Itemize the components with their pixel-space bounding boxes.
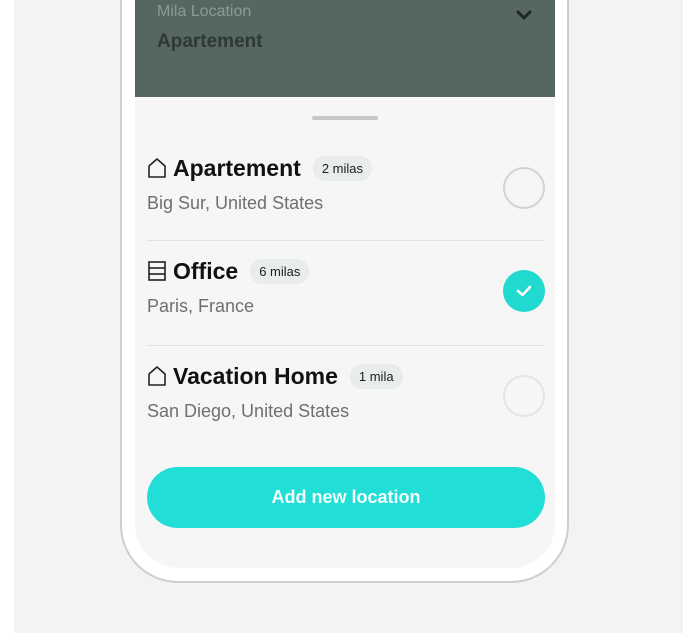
distance-badge: 1 mila (349, 363, 403, 389)
location-title-line: Apartement 2 milas (147, 153, 372, 183)
radio-button[interactable] (503, 375, 545, 417)
location-bottom-sheet: Apartement 2 milas Big Sur, United State… (135, 97, 555, 568)
radio-button-selected[interactable] (503, 270, 545, 312)
location-address: Paris, France (147, 296, 255, 316)
location-selector[interactable]: Mila Location Apartement (135, 0, 555, 97)
location-title: Apartement (173, 154, 301, 181)
location-option-office[interactable]: Office 6 milas Paris, France (147, 240, 545, 344)
add-new-location-button[interactable]: Add new location (147, 467, 545, 528)
location-address: San Diego, United States (147, 401, 350, 421)
chevron-down-icon[interactable] (515, 8, 533, 22)
distance-badge: 2 milas (312, 155, 372, 181)
distance-badge: 6 milas (250, 258, 310, 284)
location-title-line: Vacation Home 1 mila (147, 361, 403, 391)
location-address: Big Sur, United States (147, 193, 324, 213)
location-selector-value: Apartement (157, 31, 263, 52)
location-title-line: Office 6 milas (147, 256, 310, 286)
checkmark-icon (516, 285, 532, 297)
sheet-grabber-handle[interactable] (312, 116, 378, 120)
radio-button[interactable] (503, 167, 545, 209)
house-icon (148, 366, 166, 386)
phone-screen: Mila Location Apartement Apartement 2 mi… (135, 0, 555, 568)
location-option-apartement[interactable]: Apartement 2 milas Big Sur, United State… (147, 137, 545, 241)
location-option-vacation-home[interactable]: Vacation Home 1 mila San Diego, United S… (147, 345, 545, 449)
house-icon (148, 158, 166, 178)
building-icon (148, 261, 166, 281)
location-title: Office (173, 257, 239, 284)
location-title: Vacation Home (173, 362, 338, 389)
location-selector-label: Mila Location (157, 3, 252, 20)
